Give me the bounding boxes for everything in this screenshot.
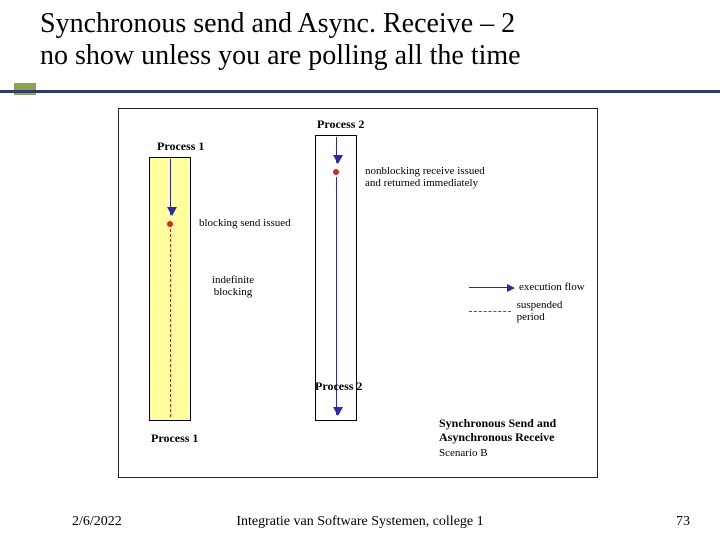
arrowhead-icon — [333, 407, 343, 416]
accent-box-icon — [14, 83, 36, 95]
annot-indefinite-blocking: indefinite blocking — [203, 274, 263, 298]
annot-indef-l2: blocking — [214, 286, 253, 298]
arrowhead-icon — [507, 284, 515, 292]
legend-exec-line-icon — [469, 287, 513, 288]
p2-event-dot — [333, 169, 339, 175]
footer: 2/6/2022 Integratie van Software Systeme… — [0, 510, 720, 530]
annot-nbr-l2: and returned immediately — [365, 177, 478, 189]
arrowhead-icon — [167, 207, 177, 216]
footer-page-number: 73 — [676, 514, 690, 530]
label-process-1-bottom: Process 1 — [151, 431, 198, 446]
annot-indef-l1: indefinite — [212, 274, 254, 286]
accent-rule — [0, 90, 720, 93]
caption-bold-l2: Asynchronous Receive — [439, 430, 554, 444]
label-process-2-bottom: Process 2 — [315, 379, 362, 394]
legend-row-susp: suspended period — [469, 299, 589, 323]
title-line-1: Synchronous send and Async. Receive – 2 — [40, 8, 515, 39]
legend: execution flow suspended period — [469, 281, 589, 329]
diagram-figure: Process 1 Process 2 blocking send issued… — [118, 108, 598, 478]
figure-caption: Synchronous Send and Asynchronous Receiv… — [439, 417, 589, 459]
p1-event-dot — [167, 221, 173, 227]
caption-bold-l1: Synchronous Send and — [439, 416, 556, 430]
slide-title: Synchronous send and Async. Receive – 2 … — [40, 8, 680, 72]
arrowhead-icon — [333, 155, 343, 164]
legend-susp-label: suspended period — [517, 299, 589, 323]
annot-nbr-l1: nonblocking receive issued — [365, 165, 485, 177]
annot-nonblocking-recv: nonblocking receive issued and returned … — [365, 165, 515, 189]
label-process-1-top: Process 1 — [157, 139, 204, 154]
legend-row-exec: execution flow — [469, 281, 589, 293]
p1-suspended-line — [170, 229, 171, 417]
footer-center: Integratie van Software Systemen, colleg… — [0, 514, 720, 530]
slide: Synchronous send and Async. Receive – 2 … — [0, 0, 720, 540]
caption-scenario: Scenario B — [439, 447, 589, 459]
legend-susp-line-icon — [469, 311, 511, 312]
p1-exec-arrow — [170, 159, 171, 215]
label-process-2-top: Process 2 — [317, 117, 364, 132]
annot-blocking-send: blocking send issued — [199, 217, 291, 229]
p2-exec-arrow-1 — [336, 137, 337, 163]
legend-exec-label: execution flow — [519, 281, 585, 293]
caption-line: Synchronous Send and Asynchronous Receiv… — [439, 417, 589, 445]
title-line-2: no show unless you are polling all the t… — [40, 40, 521, 71]
